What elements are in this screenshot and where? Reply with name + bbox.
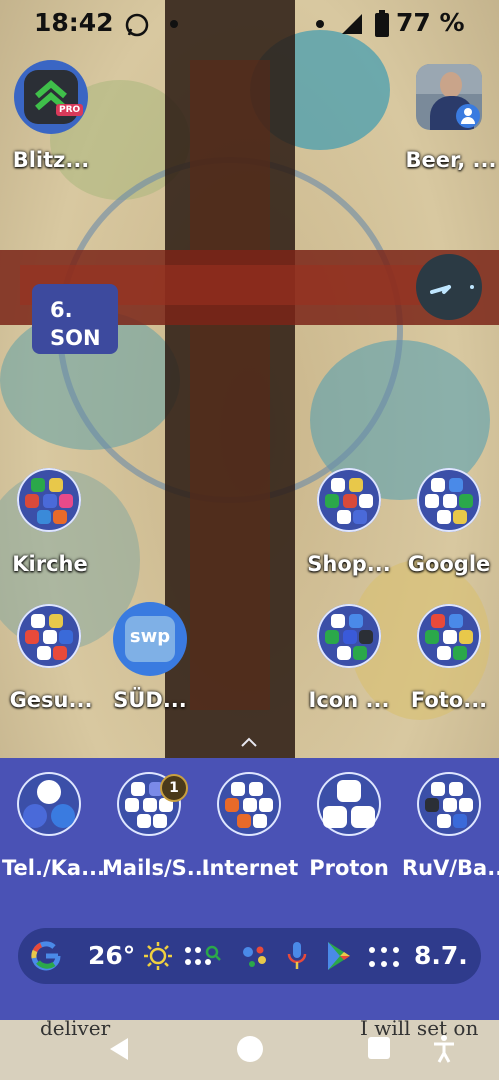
dock-label-proton[interactable]: Proton [302, 856, 396, 880]
home-button-icon[interactable] [237, 1036, 263, 1062]
calendar-day: 6. [50, 298, 73, 322]
chevron-up-icon[interactable] [239, 736, 259, 748]
calendar-weekday: SON [50, 326, 101, 350]
swp-logo-text: swp [129, 626, 171, 647]
sun-icon [144, 942, 172, 970]
app-label-beer[interactable]: Beer, ... [404, 148, 498, 172]
notification-dot-icon [170, 20, 178, 28]
dock-label-internet[interactable]: Internet [200, 856, 300, 880]
dock-label-tel[interactable]: Tel./Ka... [2, 856, 105, 880]
apps-grid-icon[interactable] [368, 946, 402, 968]
discover-icon[interactable] [184, 944, 224, 970]
pro-badge: PRO [56, 104, 84, 116]
app-label-foto[interactable]: Foto... [402, 688, 496, 712]
play-store-icon[interactable] [324, 940, 354, 972]
status-bar: 18:42 77 % [0, 0, 499, 50]
app-label-icon[interactable]: Icon ... [302, 688, 396, 712]
signal-icon [342, 14, 362, 34]
app-label-kirche[interactable]: Kirche [4, 552, 96, 576]
app-label-gesu[interactable]: Gesu... [4, 688, 98, 712]
app-label-google[interactable]: Google [402, 552, 496, 576]
folder-google[interactable] [417, 468, 481, 532]
microphone-icon[interactable] [284, 940, 310, 972]
dock-label-ruv[interactable]: RuV/Ba... [402, 856, 499, 880]
contact-person-icon [456, 104, 480, 128]
status-time: 18:42 [34, 8, 114, 37]
dock-label-mails[interactable]: Mails/S... [102, 856, 211, 880]
folder-gesu[interactable] [17, 604, 81, 668]
clock-widget[interactable] [416, 254, 482, 320]
whatsapp-icon [125, 13, 149, 37]
folder-internet[interactable] [217, 772, 281, 836]
folder-ruv-banking[interactable] [417, 772, 481, 836]
back-icon[interactable] [106, 1036, 132, 1062]
battery-icon [375, 10, 389, 37]
blitz-app-icon[interactable]: PRO [14, 60, 88, 134]
calendar-widget[interactable]: 6. SON [32, 284, 118, 354]
folder-shop[interactable] [317, 468, 381, 532]
weather-temperature[interactable]: 26° [88, 941, 135, 970]
app-label-sud[interactable]: SÜD... [104, 688, 196, 712]
folder-tel-kontakte[interactable] [17, 772, 81, 836]
clock-icon [430, 285, 474, 294]
folder-icon[interactable] [317, 604, 381, 668]
google-icon[interactable] [30, 940, 62, 972]
contact-photo-beer[interactable] [416, 64, 482, 130]
folder-foto[interactable] [417, 604, 481, 668]
app-label-shop[interactable]: Shop... [302, 552, 396, 576]
accessibility-icon[interactable] [432, 1034, 456, 1064]
assistant-icon[interactable] [238, 940, 270, 972]
swp-app-icon[interactable]: swp [113, 602, 187, 676]
date-display[interactable]: 8.7. [414, 941, 468, 970]
navigation-bar [0, 1020, 499, 1080]
folder-kirche[interactable] [17, 468, 81, 532]
notification-badge: 1 [160, 774, 188, 802]
search-bar[interactable]: 26° 8.7. [18, 928, 481, 984]
battery-percent: 77 % [396, 8, 465, 37]
recents-icon[interactable] [368, 1037, 390, 1059]
folder-proton[interactable] [317, 772, 381, 836]
notification-dot-icon [316, 20, 324, 28]
app-label-blitz[interactable]: Blitz... [4, 148, 98, 172]
